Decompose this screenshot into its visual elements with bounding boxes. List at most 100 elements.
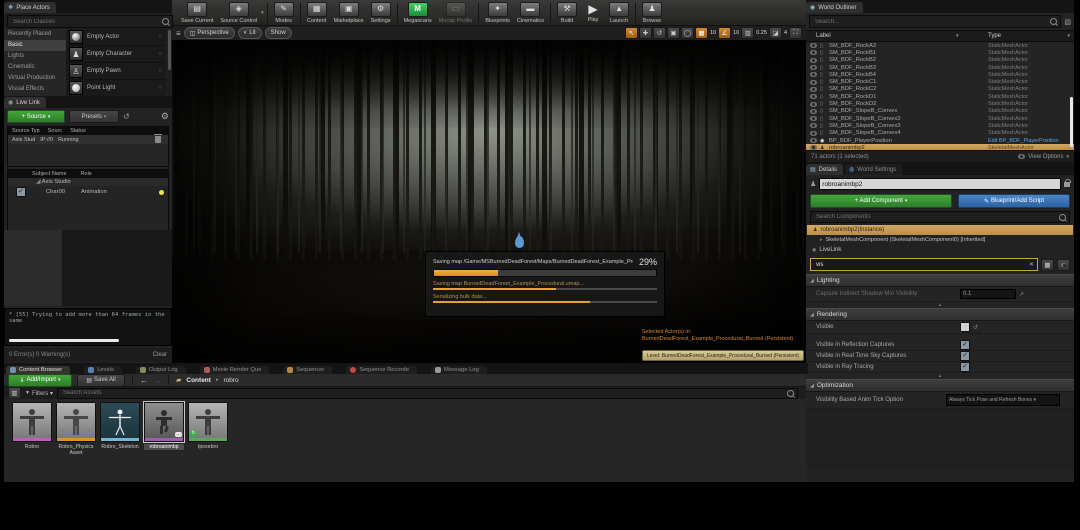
ray-tracing-checkbox[interactable]: ✓ bbox=[960, 362, 970, 372]
add-source-button[interactable]: + Source ▾ bbox=[7, 110, 65, 123]
tab-levels[interactable]: Levels bbox=[84, 366, 122, 374]
list-item-empty-pawn[interactable]: ♙ Empty Pawn ○ bbox=[66, 63, 166, 80]
scale-tool-icon[interactable]: ▣ bbox=[666, 27, 680, 39]
place-actors-search[interactable] bbox=[7, 15, 173, 28]
tab-world-settings[interactable]: ◍ World Settings bbox=[845, 164, 903, 175]
list-item-point-light[interactable]: Point Light ○ bbox=[66, 80, 166, 97]
visibility-eye-icon[interactable] bbox=[810, 50, 817, 56]
grid-snap-value[interactable]: 10 bbox=[709, 30, 717, 36]
table-row[interactable]: ▯ SM_BDF_SlopeB_Convex StaticMeshActor bbox=[806, 108, 1074, 115]
scale-snap-value[interactable]: 0.25 bbox=[755, 30, 768, 36]
col-role[interactable]: Role bbox=[81, 171, 92, 177]
visibility-eye-icon[interactable] bbox=[810, 72, 817, 78]
reset-icon[interactable]: ↺ bbox=[973, 324, 978, 331]
sort-caret-icon[interactable]: ▾ bbox=[956, 33, 959, 39]
table-row[interactable]: ▯ SM_BDF_RockB3 StaticMeshActor bbox=[806, 64, 1074, 71]
tab-sequencer[interactable]: Sequencer bbox=[283, 366, 333, 374]
camera-speed-value[interactable]: 4 bbox=[783, 30, 788, 36]
actor-name-field[interactable] bbox=[819, 178, 1061, 190]
search-assets[interactable] bbox=[56, 387, 798, 399]
perspective-dropdown[interactable]: ◫ Perspective bbox=[183, 27, 235, 39]
search-input[interactable] bbox=[814, 213, 1059, 221]
property-view-options-icon[interactable] bbox=[1057, 258, 1070, 271]
angle-snap-value[interactable]: 10 bbox=[732, 30, 740, 36]
tab-message-log[interactable]: Message Log bbox=[430, 366, 487, 374]
visibility-eye-icon[interactable] bbox=[810, 123, 817, 129]
section-rendering[interactable]: ◢ Rendering bbox=[806, 308, 1074, 321]
visibility-eye-icon[interactable] bbox=[810, 79, 817, 85]
anim-tick-dropdown[interactable]: Always Tick Pose and Refresh Bones ▾ bbox=[946, 394, 1060, 406]
add-import-button[interactable]: ⇓ Add/Import ▾ bbox=[8, 373, 72, 387]
tab-content-browser[interactable]: Content Browser bbox=[6, 366, 71, 374]
clear-button[interactable]: Clear bbox=[153, 352, 167, 358]
category-virtual-production[interactable]: Virtual Production bbox=[4, 73, 66, 84]
asset-robro[interactable]: Robro bbox=[12, 402, 52, 450]
outliner-search[interactable] bbox=[809, 15, 1062, 28]
rotate-tool-icon[interactable]: ↺ bbox=[652, 27, 666, 39]
expand-arrow-icon[interactable]: ◢ bbox=[36, 179, 40, 185]
table-row[interactable]: ◉ BP_BDF_PlayerPosition Edit BP_BDF_Player… bbox=[806, 137, 1074, 144]
add-component-button[interactable]: + Add Component ▾ bbox=[810, 194, 952, 208]
visibility-eye-icon[interactable] bbox=[810, 108, 817, 114]
visibility-eye-icon[interactable] bbox=[810, 94, 817, 100]
category-basic[interactable]: Basic bbox=[4, 40, 66, 51]
table-row[interactable]: ▯ SM_BDF_RockD2 StaticMeshActor bbox=[806, 100, 1074, 107]
marketplace-button[interactable]: ▣ Marketplace bbox=[331, 1, 367, 25]
subject-row[interactable]: ✓ Char00 Animation bbox=[8, 186, 168, 198]
visibility-eye-icon[interactable] bbox=[810, 86, 817, 92]
current-level-button[interactable]: Level: BurnedDeadForest_Example_Procedur… bbox=[642, 350, 804, 361]
subject-checkbox[interactable]: ✓ bbox=[16, 187, 26, 197]
curve-icon[interactable]: ↗ bbox=[1019, 291, 1024, 298]
property-filter-box[interactable]: ✕ bbox=[810, 258, 1038, 271]
play-button[interactable]: ▶ Play bbox=[581, 1, 605, 25]
col-type[interactable]: Type bbox=[988, 33, 1001, 39]
refresh-icon[interactable]: ↺ bbox=[123, 112, 130, 121]
component-livelink-row[interactable]: ◉ LiveLink bbox=[806, 245, 1074, 255]
camera-speed-icon[interactable]: ◪ bbox=[768, 27, 782, 39]
world-local-icon[interactable]: ◯ bbox=[680, 27, 694, 39]
asset-robro-skeleton[interactable]: Robro_Skeleton bbox=[100, 402, 140, 450]
visibility-eye-icon[interactable] bbox=[810, 116, 817, 122]
message-log-box[interactable]: * [55] Trying to add more than 64 frames… bbox=[4, 308, 172, 346]
tab-sequence-recorder[interactable]: Sequence Recorde bbox=[346, 366, 417, 374]
move-tool-icon[interactable]: ✚ bbox=[638, 27, 652, 39]
visibility-eye-icon[interactable] bbox=[810, 101, 817, 107]
category-lights[interactable]: Lights bbox=[4, 51, 66, 62]
megascans-button[interactable]: M Megascans bbox=[401, 1, 435, 25]
scale-snap-icon[interactable]: ▥ bbox=[741, 27, 755, 39]
lit-dropdown[interactable]: ◐ Lit bbox=[237, 27, 262, 39]
search-input[interactable] bbox=[60, 389, 787, 397]
clear-filter-icon[interactable]: ✕ bbox=[1029, 261, 1034, 268]
view-options-button[interactable]: View Options ▾ bbox=[1018, 154, 1069, 160]
viewport-menu-icon[interactable]: ≡ bbox=[176, 29, 181, 38]
edit-blueprint-link[interactable]: Edit BP_BDF_PlayerPosition bbox=[988, 138, 1059, 144]
content-button[interactable]: ▦ Content bbox=[304, 1, 330, 25]
log-scrollbar[interactable] bbox=[9, 339, 119, 342]
tab-output-log[interactable]: Output Log bbox=[135, 366, 186, 374]
category-visual-effects[interactable]: Visual Effects bbox=[4, 84, 66, 95]
col-status[interactable]: Status bbox=[70, 128, 86, 134]
delete-source-icon[interactable] bbox=[154, 134, 162, 143]
subject-group-row[interactable]: ◢ Axis Studio bbox=[8, 178, 168, 186]
presets-button[interactable]: Presets ▾ bbox=[69, 110, 119, 123]
tab-movie-render-queue[interactable]: Movie Render Que bbox=[199, 366, 270, 374]
drag-grip-icon[interactable]: ○ bbox=[158, 68, 162, 74]
drag-grip-icon[interactable]: ○ bbox=[158, 34, 162, 40]
component-root-row[interactable]: ♟ robroanimbp2(Instance) bbox=[807, 225, 1073, 235]
asset-robro-physics[interactable]: Robro_Physics Asset bbox=[56, 402, 96, 456]
table-row[interactable]: ▯ SM_BDF_RockC1 StaticMeshActor bbox=[806, 78, 1074, 85]
live-link-settings-gear-icon[interactable]: ⚙ bbox=[161, 111, 169, 122]
modes-button[interactable]: ✎ Modes bbox=[271, 1, 297, 25]
grid-snap-icon[interactable]: ▦ bbox=[694, 27, 708, 39]
sources-panel-icon[interactable]: ▥ bbox=[8, 387, 21, 399]
sky-captures-checkbox[interactable]: ✓ bbox=[960, 351, 970, 361]
column-options-icon[interactable]: ▾ bbox=[1067, 33, 1070, 39]
asset-robroanimbp-selected[interactable]: … robroanimbp bbox=[143, 401, 185, 450]
table-row[interactable]: ▯ SM_BDF_RockB2 StaticMeshActor bbox=[806, 57, 1074, 64]
filters-button[interactable]: ▼ Filters ▾ bbox=[25, 390, 53, 397]
col-source-machine[interactable]: Sourc bbox=[48, 128, 62, 134]
maximize-viewport-icon[interactable]: ⛶ bbox=[789, 27, 802, 39]
table-row[interactable]: ▯ SM_BDF_SlopeB_Convex2 StaticMeshActor bbox=[806, 115, 1074, 122]
launch-button[interactable]: ▲ Launch bbox=[606, 1, 632, 25]
table-row[interactable]: ▯ SM_BDF_SlopeB_Convex3 StaticMeshActor bbox=[806, 122, 1074, 129]
